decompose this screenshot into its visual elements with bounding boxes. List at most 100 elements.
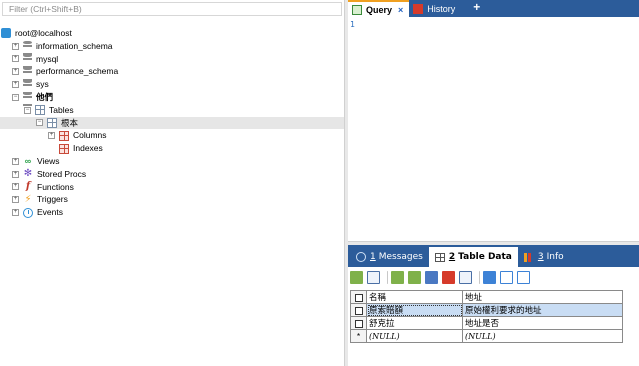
results-toolbar xyxy=(348,267,639,287)
views-icon: ∞ xyxy=(24,156,32,167)
expand-icon[interactable]: + xyxy=(12,55,19,63)
tree-views[interactable]: + ∞ Views xyxy=(0,155,344,168)
collapse-icon[interactable]: − xyxy=(24,106,31,114)
new-tab-button[interactable]: + xyxy=(461,0,492,17)
indexes-label: Indexes xyxy=(73,143,103,154)
tree-db-performance-schema[interactable]: + performance_schema xyxy=(0,65,344,81)
tree-db-mysql[interactable]: + mysql xyxy=(0,53,344,68)
query-icon xyxy=(352,4,362,15)
insert-row-icon[interactable] xyxy=(391,270,404,284)
line-number: 1 xyxy=(350,20,355,29)
tree-tables-folder[interactable]: − Tables xyxy=(0,104,344,117)
db-label: sys xyxy=(36,79,49,90)
row-checkbox[interactable] xyxy=(350,290,367,304)
table-row[interactable]: 原索賠額 原始權利要求的地址 xyxy=(350,303,623,317)
indexes-icon xyxy=(59,143,69,154)
info-circle-icon xyxy=(356,252,366,262)
columns-icon xyxy=(59,130,69,141)
form-view-icon[interactable] xyxy=(500,270,513,284)
info-bars-icon xyxy=(523,252,534,262)
tab-messages-num: 1 xyxy=(370,252,376,262)
tree-db-information-schema[interactable]: + information_schema xyxy=(0,40,344,56)
tree-events[interactable]: + Events xyxy=(0,206,344,219)
expand-icon[interactable]: + xyxy=(12,170,19,178)
tab-info-num: 3 xyxy=(537,252,544,262)
grid-view-icon[interactable] xyxy=(483,270,496,284)
column-header[interactable]: 地址 xyxy=(462,290,623,304)
tree-functions[interactable]: + f Functions xyxy=(0,181,344,194)
text-view-icon[interactable] xyxy=(517,270,530,284)
views-label: Views xyxy=(37,155,60,166)
tab-info[interactable]: 3 Info xyxy=(518,247,570,267)
sql-editor[interactable]: 1 xyxy=(348,17,639,241)
editor-tab-bar: Query × History + xyxy=(348,0,639,17)
table-cell[interactable]: 原索賠額 xyxy=(366,303,463,317)
null-cell[interactable]: (NULL) xyxy=(462,329,623,343)
db-label: mysql xyxy=(36,53,59,64)
new-row[interactable]: * (NULL) (NULL) xyxy=(350,329,623,343)
column-header[interactable]: 名稱 xyxy=(366,290,463,304)
row-checkbox[interactable] xyxy=(350,316,367,330)
expand-icon[interactable]: + xyxy=(12,81,19,89)
tab-table-data[interactable]: 2 Table Data xyxy=(428,247,518,267)
tree-stored-procs[interactable]: + ✻ Stored Procs xyxy=(0,168,344,181)
gear-icon: ✻ xyxy=(23,168,33,180)
close-icon[interactable]: × xyxy=(398,5,403,15)
revert-icon[interactable] xyxy=(459,270,472,284)
filter-input[interactable]: Filter (Ctrl+Shift+B) xyxy=(2,2,342,16)
null-cell[interactable]: (NULL) xyxy=(366,329,463,343)
expand-icon[interactable]: + xyxy=(48,132,55,140)
tree-db-sys[interactable]: + sys xyxy=(0,78,344,94)
tree-root[interactable]: root@localhost xyxy=(0,27,344,40)
history-icon xyxy=(413,3,424,14)
expand-icon[interactable]: + xyxy=(12,183,19,191)
collapse-icon[interactable]: − xyxy=(36,119,43,127)
database-icon xyxy=(23,92,32,107)
tree-columns[interactable]: + Columns xyxy=(0,129,344,142)
table-cell[interactable]: 舒克拉 xyxy=(366,316,463,330)
tab-messages-label: Messages xyxy=(378,252,423,262)
object-tree: root@localhost + information_schema + my… xyxy=(0,27,344,219)
save-icon[interactable] xyxy=(425,270,438,284)
functions-label: Functions xyxy=(37,181,74,192)
delete-icon[interactable] xyxy=(442,270,455,284)
duplicate-row-icon[interactable] xyxy=(408,270,421,284)
events-label: Events xyxy=(37,207,63,218)
collapse-icon[interactable]: − xyxy=(12,93,19,101)
tab-table-data-label: Table Data xyxy=(458,252,512,262)
expand-icon[interactable]: + xyxy=(12,209,19,217)
expand-icon[interactable]: + xyxy=(12,68,19,76)
refresh-icon[interactable] xyxy=(350,270,363,284)
tab-info-label: Info xyxy=(546,252,564,262)
tables-label: Tables xyxy=(49,104,74,115)
tree-db-selected[interactable]: − 他們 xyxy=(0,91,344,107)
expand-icon[interactable]: + xyxy=(12,196,19,204)
tab-history[interactable]: History xyxy=(409,0,461,17)
table-row[interactable]: 舒克拉 地址是否 xyxy=(350,316,623,330)
table-icon xyxy=(47,117,57,128)
filter-dropdown-icon[interactable] xyxy=(367,270,380,284)
header-row: 名稱 地址 xyxy=(350,290,623,304)
tree-triggers[interactable]: + ⚡ Triggers xyxy=(0,193,344,206)
tab-history-label: History xyxy=(427,3,456,14)
function-icon: f xyxy=(25,180,31,192)
db-label: performance_schema xyxy=(36,66,119,77)
tab-query[interactable]: Query × xyxy=(348,0,410,17)
lightning-icon: ⚡ xyxy=(24,193,32,205)
new-row-marker: * xyxy=(350,329,367,343)
expand-icon[interactable]: + xyxy=(12,42,19,50)
table-cell[interactable]: 原始權利要求的地址 xyxy=(462,303,623,317)
tab-table-data-num: 2 xyxy=(448,252,456,262)
tab-query-label: Query xyxy=(366,4,393,15)
row-checkbox[interactable] xyxy=(350,303,367,317)
tree-table-item[interactable]: − 根本 xyxy=(0,116,344,130)
stored-procs-label: Stored Procs xyxy=(37,168,87,179)
table-cell[interactable]: 地址是否 xyxy=(462,316,623,330)
tab-messages[interactable]: 1 Messages xyxy=(350,247,429,267)
editor-area: Query × History + 1 1 Messages 2 Table D… xyxy=(348,0,639,366)
tree-indexes[interactable]: Indexes xyxy=(0,142,344,155)
database-icon xyxy=(23,41,32,56)
database-icon xyxy=(23,66,32,81)
toolbar-separator xyxy=(479,270,480,284)
expand-icon[interactable]: + xyxy=(12,157,19,165)
